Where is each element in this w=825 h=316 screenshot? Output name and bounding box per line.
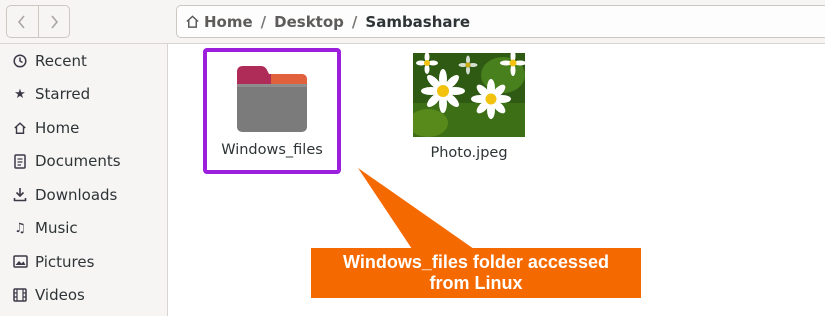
chevron-right-icon: [51, 14, 58, 29]
sidebar-item-label: Pictures: [35, 252, 95, 271]
breadcrumb: Home / Desktop / Sambashare: [176, 5, 825, 38]
sidebar-item-label: Downloads: [35, 185, 118, 204]
document-icon: [12, 153, 28, 169]
sidebar-item-downloads[interactable]: Downloads: [0, 178, 167, 212]
home-icon: [186, 14, 199, 28]
sidebar-item-label: Videos: [35, 286, 85, 305]
breadcrumb-current[interactable]: Sambashare: [365, 13, 470, 31]
sidebar-item-label: Documents: [35, 152, 121, 171]
sidebar-item-label: Music: [35, 219, 78, 238]
sidebar-item-label: Recent: [35, 51, 87, 70]
star-icon: ★: [14, 86, 26, 102]
video-icon: [12, 287, 28, 303]
picture-icon: [12, 254, 28, 270]
folder-icon: [237, 66, 307, 132]
photo-item[interactable]: Photo.jpeg: [413, 53, 525, 161]
forward-button[interactable]: [37, 6, 70, 37]
breadcrumb-home-label: Home: [204, 12, 253, 31]
photo-thumbnail: [413, 53, 525, 137]
sidebar-item-recent[interactable]: Recent: [0, 44, 167, 78]
sidebar-item-documents[interactable]: Documents: [0, 145, 167, 179]
photo-name: Photo.jpeg: [430, 145, 508, 161]
sidebar-item-label: Starred: [35, 85, 91, 104]
annotation-line-2: from Linux: [429, 273, 523, 293]
back-button[interactable]: [7, 6, 38, 37]
annotation-line-1: Windows_files folder accessed: [343, 252, 609, 272]
sidebar-item-pictures[interactable]: Pictures: [0, 245, 167, 279]
chevron-left-icon: [18, 14, 25, 29]
sidebar-item-videos[interactable]: Videos: [0, 279, 167, 313]
breadcrumb-separator: /: [351, 12, 358, 31]
sidebar: Recent ★ Starred Home Documents Download…: [0, 44, 168, 316]
clock-icon: [12, 53, 28, 69]
folder-item[interactable]: Windows_files: [203, 48, 341, 174]
download-icon: [12, 187, 28, 203]
header-bar: Home / Desktop / Sambashare: [0, 0, 825, 44]
folder-name: Windows_files: [221, 142, 323, 158]
navigation-buttons: [6, 5, 70, 38]
sidebar-item-label: Home: [35, 118, 80, 137]
sidebar-item-starred[interactable]: ★ Starred: [0, 78, 167, 112]
music-icon: ♫: [14, 220, 26, 236]
breadcrumb-home[interactable]: Home: [185, 13, 253, 31]
breadcrumb-separator: /: [260, 12, 267, 31]
sidebar-item-music[interactable]: ♫ Music: [0, 212, 167, 246]
home-icon: [12, 120, 28, 136]
sidebar-item-home[interactable]: Home: [0, 111, 167, 145]
breadcrumb-desktop[interactable]: Desktop: [274, 13, 344, 31]
annotation-callout: Windows_files folder accessed from Linux: [311, 248, 641, 298]
